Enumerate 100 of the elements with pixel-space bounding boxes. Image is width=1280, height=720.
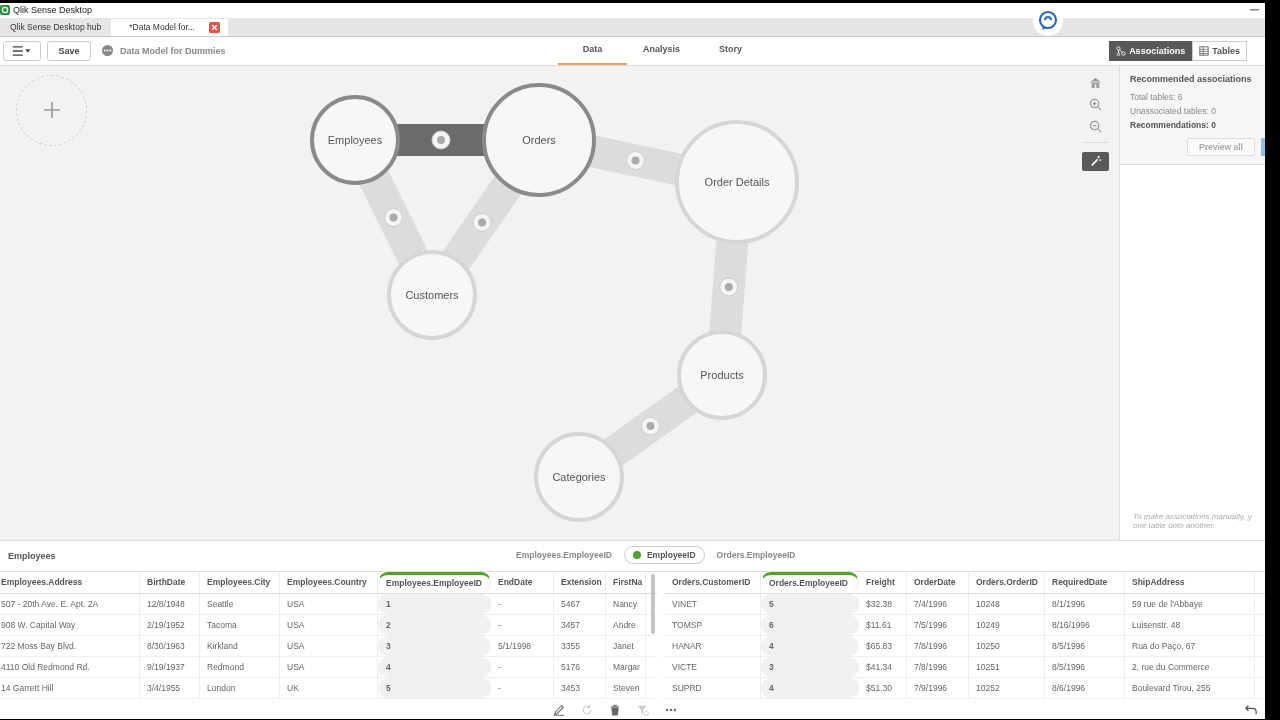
table-cell: 5 xyxy=(761,594,859,615)
column-header[interactable]: EndDate xyxy=(491,572,554,594)
column-header[interactable]: Orders.OrderID xyxy=(969,572,1045,594)
zoom-in-icon[interactable] xyxy=(1089,97,1102,111)
column-header[interactable]: RequiredDate xyxy=(1045,572,1125,594)
delete-icon[interactable] xyxy=(608,704,621,716)
table-cell: $11.61 xyxy=(859,615,907,636)
window-title: Qlik Sense Desktop xyxy=(13,5,93,16)
column-header[interactable]: ShipAddress xyxy=(1125,572,1255,594)
scrollbar-thumb[interactable] xyxy=(651,574,655,635)
table-cell: USA xyxy=(280,657,378,678)
table-cell: 10251 xyxy=(969,657,1045,678)
table-bubble[interactable] xyxy=(310,94,400,185)
nav-tab[interactable]: Story xyxy=(696,36,765,65)
close-icon[interactable] xyxy=(208,21,220,33)
table-cell: UK xyxy=(280,678,378,699)
view-button[interactable]: Tables xyxy=(1192,40,1247,61)
table-cell: 10248 xyxy=(969,594,1045,615)
table-cell: London xyxy=(200,678,280,699)
table-icon[interactable] xyxy=(1199,45,1210,56)
table-cell: Seattle xyxy=(200,594,280,615)
link-handle[interactable] xyxy=(641,416,660,436)
view-button[interactable]: Associations xyxy=(1109,40,1193,61)
key-field[interactable]: Employees.EmployeeID xyxy=(510,546,618,565)
link-handle[interactable] xyxy=(472,212,492,232)
table-cell: 2 xyxy=(378,615,491,636)
zoom-out-icon[interactable] xyxy=(1089,119,1102,133)
table-cell: Tacoma xyxy=(200,615,280,636)
table-cell: 3453 xyxy=(554,678,606,699)
table-cell: 1 xyxy=(378,594,491,615)
preview-title: Employees xyxy=(8,551,56,562)
column-header[interactable]: Employees.Country xyxy=(280,572,378,594)
column-header[interactable]: BirthDate xyxy=(140,572,200,594)
table-cell: VICTE xyxy=(665,657,761,678)
link-handle[interactable] xyxy=(719,277,739,297)
plus-icon[interactable] xyxy=(41,100,62,121)
table-cell: 5467 xyxy=(554,594,606,615)
wand-button[interactable] xyxy=(1082,151,1109,171)
home-icon[interactable] xyxy=(1089,75,1102,89)
table-cell: 14 Garrett Hill xyxy=(0,678,140,699)
associations-icon[interactable] xyxy=(1116,45,1127,56)
table-cell: 8/5/1996 xyxy=(1045,657,1125,678)
table-cell: 59 rue de l'Abbaye xyxy=(1125,594,1255,615)
table-cell: 7/9/1996 xyxy=(907,678,969,699)
link-handle[interactable] xyxy=(626,150,646,170)
column-header[interactable]: Employees.City xyxy=(200,572,280,594)
table-cell: 5 xyxy=(378,678,491,699)
column-header[interactable]: Extension xyxy=(554,572,606,594)
menu-icon[interactable] xyxy=(12,45,32,56)
table-cell: 12/8/1948 xyxy=(140,594,200,615)
hint-text: To make associations manually, y xyxy=(1133,512,1253,522)
table-cell: HANAR xyxy=(665,636,761,657)
column-header[interactable]: Freight xyxy=(859,572,907,594)
panel-title: Recommended associations xyxy=(1130,73,1253,84)
table-cell: Andre xyxy=(606,615,646,636)
table-cell: SUPRD xyxy=(665,678,761,699)
nav-tab[interactable]: Data xyxy=(558,36,627,65)
undo-icon[interactable] xyxy=(1245,704,1257,716)
table-cell: Kirkland xyxy=(200,636,280,657)
table-cell: 4 xyxy=(378,657,491,678)
table-cell: 3/4/1955 xyxy=(140,678,200,699)
table-name: Orders xyxy=(522,133,556,146)
table-cell: 7/4/1996 xyxy=(907,594,969,615)
table-cell: 8/16/1996 xyxy=(1045,615,1125,636)
link-handle[interactable] xyxy=(431,130,451,150)
save-button[interactable]: Save xyxy=(47,40,91,61)
table-name: Employees xyxy=(327,133,383,146)
wand-icon[interactable] xyxy=(1089,155,1102,168)
table-cell: 3355 xyxy=(554,636,606,657)
nav-tab[interactable]: Analysis xyxy=(627,36,696,65)
app-name: Data Model for Dummies xyxy=(120,45,226,56)
menu-button[interactable] xyxy=(3,40,41,61)
column-header[interactable]: Orders.CustomerID xyxy=(665,572,761,594)
table-cell: 10250 xyxy=(969,636,1045,657)
key-field[interactable]: Orders.EmployeeID xyxy=(710,546,802,565)
pencil-icon[interactable] xyxy=(552,704,565,716)
table-bubble[interactable] xyxy=(482,82,596,197)
column-header[interactable]: Employees.Address xyxy=(0,572,140,594)
table-cell: - xyxy=(491,678,554,699)
app-icon xyxy=(102,45,113,57)
table-cell: 4110 Old Redmond Rd. xyxy=(0,657,140,678)
table-cell: - xyxy=(491,657,554,678)
link-handle[interactable] xyxy=(384,207,403,227)
table-cell: 2, rue du Commerce xyxy=(1125,657,1255,678)
table-cell: 8/6/1996 xyxy=(1045,678,1125,699)
table-cell: 6 xyxy=(761,615,859,636)
table-cell: 3 xyxy=(378,636,491,657)
table-cell: 3 xyxy=(761,657,859,678)
table-cell: 5/1/1998 xyxy=(491,636,554,657)
minimize-icon[interactable] xyxy=(1250,9,1259,12)
column-header[interactable]: FirstNa xyxy=(606,572,646,594)
table-cell: 7/5/1996 xyxy=(907,615,969,636)
browser-tab[interactable]: Qlik Sense Desktop hub xyxy=(0,18,112,36)
column-header[interactable]: OrderDate xyxy=(907,572,969,594)
table-name: Order Details xyxy=(704,175,770,188)
apply-button[interactable] xyxy=(1261,137,1265,156)
table-name: Customers xyxy=(405,288,459,301)
table-cell: 722 Moss Bay Blvd. xyxy=(0,636,140,657)
stat-text: Unassociated tables: 0 xyxy=(1130,105,1217,116)
browser-tab[interactable]: *Data Model for... xyxy=(111,18,228,36)
